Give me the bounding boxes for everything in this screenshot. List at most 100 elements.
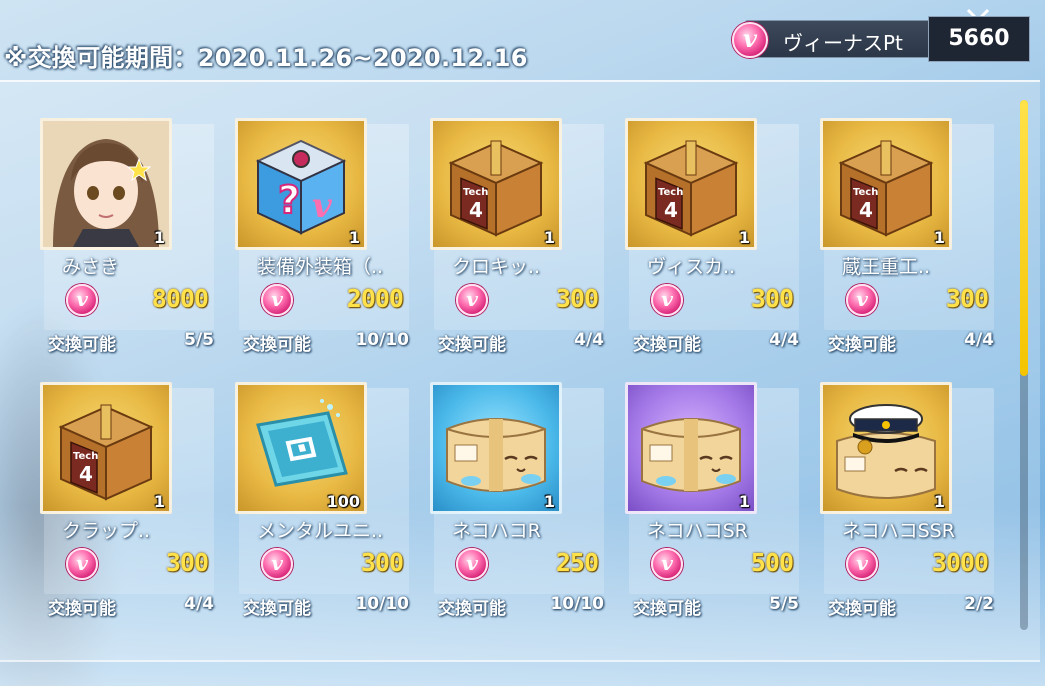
exchange-item-card[interactable]: Tech 4 1 蔵王重工.. 300 交換可能 4/4 — [820, 118, 994, 364]
exchange-remaining-count: 10/10 — [355, 594, 409, 614]
item-name: ネコハコSSR — [842, 520, 955, 542]
exchange-remaining-count: 5/5 — [769, 594, 799, 614]
points-label-box: ヴィーナスPt — [744, 20, 944, 58]
item-price: 2000 — [346, 284, 404, 313]
venus-point-coin-icon — [732, 22, 768, 58]
exchange-item-card[interactable]: 1 ネコハコSR 500 交換可能 5/5 — [625, 382, 799, 628]
venus-point-coin-icon — [261, 284, 293, 316]
item-name: みさき — [62, 256, 120, 278]
item-price: 300 — [165, 548, 209, 577]
scrollbar[interactable] — [1020, 100, 1028, 630]
exchange-period-text: ※交換可能期間：2020.11.26~2020.12.16 — [4, 44, 528, 72]
cat-box-icon — [641, 418, 741, 492]
item-icon-frame[interactable]: Tech 4 1 — [820, 118, 952, 250]
exchange-status-label: 交換可能 — [438, 335, 506, 355]
exchange-status-label: 交換可能 — [48, 599, 116, 619]
svg-text:Tech: Tech — [853, 187, 878, 198]
venus-point-coin-icon — [261, 548, 293, 580]
cat-box-captain-hat-icon — [836, 404, 936, 499]
exchange-remaining-count: 4/4 — [574, 330, 604, 350]
exchange-status-label: 交換可能 — [243, 599, 311, 619]
item-icon-frame[interactable]: Tech 4 1 — [430, 118, 562, 250]
exchange-status-label: 交換可能 — [243, 335, 311, 355]
venus-point-coin-icon — [651, 548, 683, 580]
item-price: 250 — [555, 548, 599, 577]
venus-point-coin-icon — [651, 284, 683, 316]
item-quantity: 1 — [348, 228, 360, 247]
item-icon-frame[interactable]: ? v 1 — [235, 118, 367, 250]
item-quantity: 1 — [738, 492, 750, 511]
svg-text:4: 4 — [79, 462, 93, 486]
venus-point-coin-icon — [846, 548, 878, 580]
tech4-crate-icon: Tech 4 — [448, 140, 544, 237]
exchange-remaining-count: 10/10 — [355, 330, 409, 350]
scrollbar-thumb[interactable] — [1020, 100, 1028, 376]
exchange-item-card[interactable]: Tech 4 1 ヴィスカ.. 300 交換可能 4/4 — [625, 118, 799, 364]
item-icon-frame[interactable]: Tech 4 1 — [40, 382, 172, 514]
item-price: 300 — [555, 284, 599, 313]
venus-point-coin-icon — [846, 284, 878, 316]
exchange-remaining-count: 5/5 — [184, 330, 214, 350]
item-price: 300 — [945, 284, 989, 313]
item-quantity: 1 — [738, 228, 750, 247]
svg-text:4: 4 — [859, 198, 873, 222]
exchange-status-label: 交換可能 — [828, 335, 896, 355]
tech4-crate-icon: Tech 4 — [643, 140, 739, 237]
points-label: ヴィーナスPt — [783, 31, 903, 55]
item-quantity: 1 — [543, 228, 555, 247]
item-price: 3000 — [931, 548, 989, 577]
item-name: 蔵王重工.. — [842, 256, 931, 278]
venus-point-coin-icon — [66, 548, 98, 580]
item-price: 300 — [750, 284, 794, 313]
item-name: メンタルユニ.. — [257, 520, 384, 542]
item-icon-frame[interactable]: 1 — [40, 118, 172, 250]
character-portrait-icon — [43, 121, 169, 247]
exchange-item-card[interactable]: ? v 1 装備外装箱（.. 2000 交換可能 10/10 — [235, 118, 409, 364]
points-value: 5660 — [948, 26, 1010, 51]
item-name: 装備外装箱（.. — [257, 256, 384, 278]
exchange-remaining-count: 2/2 — [964, 594, 994, 614]
tech4-crate-icon: Tech 4 — [838, 140, 934, 237]
item-quantity: 100 — [326, 492, 360, 511]
item-name: クロキッ.. — [452, 256, 541, 278]
item-icon-frame[interactable]: 1 — [820, 382, 952, 514]
exchange-item-card[interactable]: Tech 4 1 クロキッ.. 300 交換可能 4/4 — [430, 118, 604, 364]
item-icon-frame[interactable]: 1 — [625, 382, 757, 514]
exchange-item-card[interactable]: Tech 4 1 クラップ.. 300 交換可能 4/4 — [40, 382, 214, 628]
mystery-equipment-box-icon: ? v — [255, 139, 347, 235]
exchange-status-label: 交換可能 — [633, 335, 701, 355]
exchange-item-card[interactable]: 1 ネコハコR 250 交換可能 10/10 — [430, 382, 604, 628]
item-quantity: 1 — [933, 492, 945, 511]
item-icon-frame[interactable]: Tech 4 1 — [625, 118, 757, 250]
exchange-status-label: 交換可能 — [438, 599, 506, 619]
svg-text:Tech: Tech — [73, 451, 98, 462]
venus-point-coin-icon — [456, 284, 488, 316]
item-price: 500 — [750, 548, 794, 577]
item-name: クラップ.. — [62, 520, 151, 542]
exchange-remaining-count: 10/10 — [550, 594, 604, 614]
item-icon-frame[interactable]: 100 — [235, 382, 367, 514]
item-price: 300 — [360, 548, 404, 577]
item-quantity: 1 — [153, 228, 165, 247]
svg-text:Tech: Tech — [658, 187, 683, 198]
item-icon-frame[interactable]: 1 — [430, 382, 562, 514]
svg-text:4: 4 — [664, 198, 678, 222]
item-quantity: 1 — [153, 492, 165, 511]
exchange-item-card[interactable]: 100 メンタルユニ.. 300 交換可能 10/10 — [235, 382, 409, 628]
exchange-status-label: 交換可能 — [828, 599, 896, 619]
exchange-status-label: 交換可能 — [633, 599, 701, 619]
tech4-crate-icon: Tech 4 — [58, 404, 154, 501]
exchange-remaining-count: 4/4 — [184, 594, 214, 614]
item-name: ネコハコSR — [647, 520, 748, 542]
exchange-item-card[interactable]: 1 みさき 8000 交換可能 5/5 — [40, 118, 214, 364]
venus-points-display: ヴィーナスPt 5660 — [728, 8, 1030, 62]
svg-text:4: 4 — [469, 198, 483, 222]
venus-point-coin-icon — [456, 548, 488, 580]
venus-point-coin-icon — [66, 284, 98, 316]
svg-text:v: v — [312, 186, 333, 226]
exchange-item-card[interactable]: 1 ネコハコSSR 3000 交換可能 2/2 — [820, 382, 994, 628]
exchange-remaining-count: 4/4 — [769, 330, 799, 350]
points-value-box: 5660 — [928, 16, 1030, 62]
item-quantity: 1 — [933, 228, 945, 247]
svg-text:?: ? — [278, 178, 300, 222]
